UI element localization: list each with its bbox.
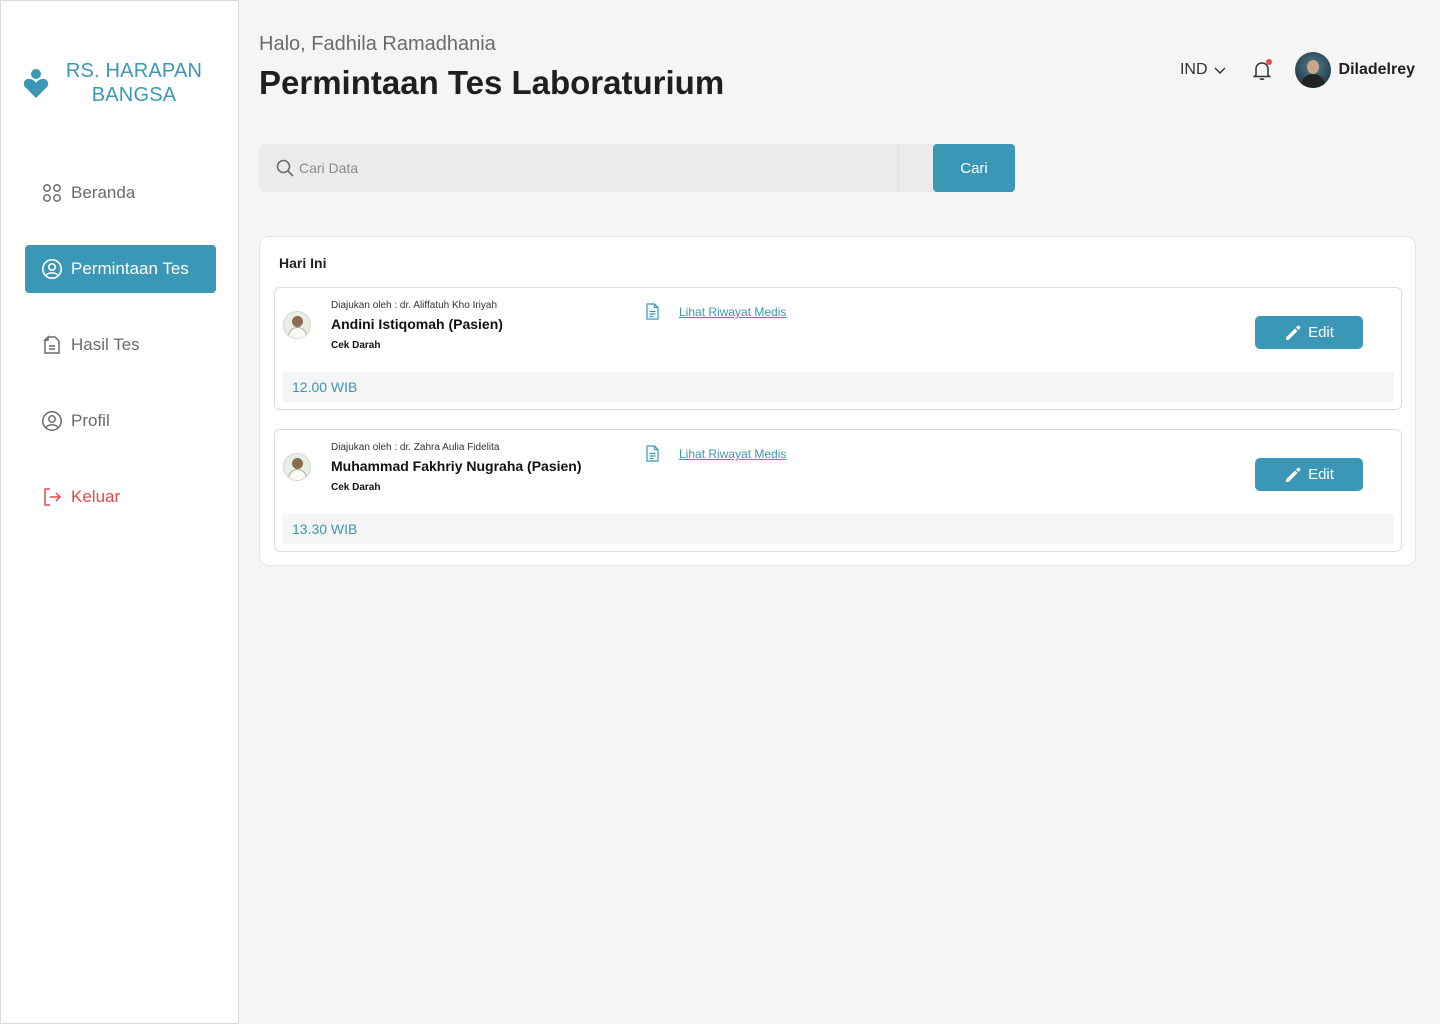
edit-button[interactable]: Edit [1255,316,1363,349]
heart-person-logo-icon [23,69,49,98]
grid-icon [43,184,61,202]
submitted-by: Diajukan oleh : dr. Zahra Aulia Fidelita [331,442,500,453]
avatar[interactable] [1294,52,1331,88]
search-input[interactable] [299,160,859,176]
brand[interactable]: RS. HARAPAN BANGSA [23,59,223,107]
sidebar-item-label: Permintaan Tes [71,259,189,278]
notification-dot [1265,59,1272,65]
test-type: Cek Darah [331,340,381,351]
sidebar-item-label: Keluar [71,487,121,506]
request-time: 12.00 WIB [282,372,1394,402]
header-actions: IND Diladelrey [1180,52,1415,88]
sidebar-item-permintaan-tes[interactable]: Permintaan Tes [25,245,216,293]
patient-avatar [283,311,311,339]
pencil-icon [1286,325,1301,340]
language-label: IND [1179,61,1208,78]
logout-icon [44,488,62,506]
chevron-down-icon [1214,67,1226,74]
sidebar-item-keluar[interactable]: Keluar [25,473,216,521]
sidebar: RS. HARAPAN BANGSA Beranda Permintaan Te… [0,0,239,1024]
search-divider [898,144,899,192]
sidebar-item-label: Hasil Tes [71,335,140,354]
pencil-icon [1286,467,1301,482]
sidebar-item-label: Profil [71,411,110,430]
search-icon [276,159,294,177]
sidebar-item-label: Beranda [71,183,136,202]
patient-avatar [283,453,311,481]
search-bar [259,144,933,192]
user-circle-icon [42,259,62,279]
document-icon [646,445,659,462]
edit-button[interactable]: Edit [1255,458,1363,491]
search-button[interactable]: Cari [933,144,1015,192]
user-circle-icon [42,411,62,431]
sidebar-item-hasil-tes[interactable]: Hasil Tes [25,321,216,369]
sidebar-item-beranda[interactable]: Beranda [25,169,216,217]
greeting: Halo, Fadhila Ramadhania [259,33,496,55]
request-card: Diajukan oleh : dr. Aliffatuh Kho Iriyah… [274,287,1402,410]
test-type: Cek Darah [331,482,381,493]
brand-name: RS. HARAPAN BANGSA [65,60,203,106]
medical-history-link[interactable]: Lihat Riwayat Medis [679,305,786,319]
notification-button[interactable] [1251,59,1273,81]
username: Diladelrey [1338,61,1415,78]
request-card: Diajukan oleh : dr. Zahra Aulia Fidelita… [274,429,1402,552]
requests-panel: Hari Ini Diajukan oleh : dr. Aliffatuh K… [259,236,1416,566]
patient-name: Muhammad Fakhriy Nugraha (Pasien) [331,458,582,474]
language-selector[interactable]: IND [1180,61,1227,79]
patient-name: Andini Istiqomah (Pasien) [331,316,503,332]
document-icon [43,335,60,354]
page-title: Permintaan Tes Laboraturium [259,64,725,101]
edit-label: Edit [1308,324,1334,341]
sidebar-item-profil[interactable]: Profil [25,397,216,445]
section-title: Hari Ini [279,255,327,271]
document-icon [646,303,659,320]
edit-label: Edit [1308,466,1334,483]
submitted-by: Diajukan oleh : dr. Aliffatuh Kho Iriyah [331,300,498,311]
request-time: 13.30 WIB [282,514,1394,544]
medical-history-link[interactable]: Lihat Riwayat Medis [679,447,786,461]
